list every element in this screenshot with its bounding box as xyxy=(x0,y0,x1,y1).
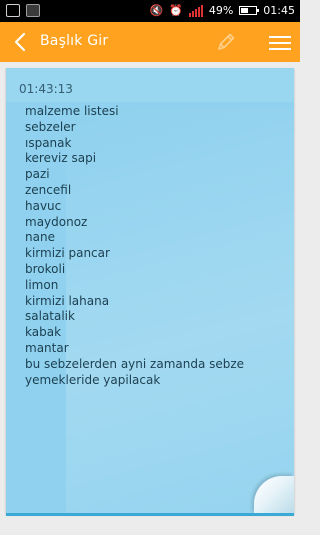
menu-icon xyxy=(269,36,291,38)
battery-icon xyxy=(239,6,260,15)
chevron-left-icon xyxy=(14,32,26,52)
menu-button[interactable] xyxy=(266,30,294,56)
battery-percent: 49% xyxy=(208,4,234,17)
signal-icon xyxy=(188,4,203,17)
note-line: bu sebzelerden ayni zamanda sebze xyxy=(25,356,245,371)
edit-button[interactable] xyxy=(212,28,240,56)
note-line: zencefil xyxy=(25,182,72,197)
status-bar: 🔇 ⏰ 49% 01:45 xyxy=(0,0,300,22)
note-line: pazi xyxy=(25,167,50,182)
note-line: kirmizi pancar xyxy=(25,246,110,261)
image-icon xyxy=(6,4,20,17)
note-line: kabak xyxy=(25,325,62,340)
mute-icon: 🔇 xyxy=(149,4,164,17)
note-line: malzeme listesi xyxy=(25,104,119,118)
back-button[interactable] xyxy=(8,28,32,56)
note-line: havuc xyxy=(25,198,62,213)
note-body[interactable]: malzeme listesi sebzeler ıspanak kereviz sa… xyxy=(25,104,287,388)
note-bottom-edge xyxy=(6,513,294,516)
note-line: nane xyxy=(25,230,55,245)
note-line: yemekleride yapilacak xyxy=(25,372,161,387)
note-line: brokoli xyxy=(25,261,66,276)
note-line: limon xyxy=(25,277,59,292)
note-line: mantar xyxy=(25,340,69,355)
alarm-icon: ⏰ xyxy=(169,4,183,17)
status-time: 01:45 xyxy=(263,4,295,17)
app-bar: Başlık Gir xyxy=(0,22,300,62)
notification-icon xyxy=(26,4,40,17)
note-line: kirmizi lahana xyxy=(25,293,110,308)
note-timestamp: 01:43:13 xyxy=(19,82,73,96)
note-line: salatalik xyxy=(25,309,75,324)
pencil-icon xyxy=(218,33,235,50)
note-line: ıspanak xyxy=(25,135,72,150)
note-line: sebzeler xyxy=(25,119,76,134)
note-sheet[interactable]: 01:43:13 malzeme listesi sebzeler ıspanak k… xyxy=(6,68,294,514)
note-line: kereviz sapi xyxy=(25,151,97,166)
note-title[interactable]: Başlık Gir xyxy=(40,33,108,49)
note-line: maydonoz xyxy=(25,214,88,229)
